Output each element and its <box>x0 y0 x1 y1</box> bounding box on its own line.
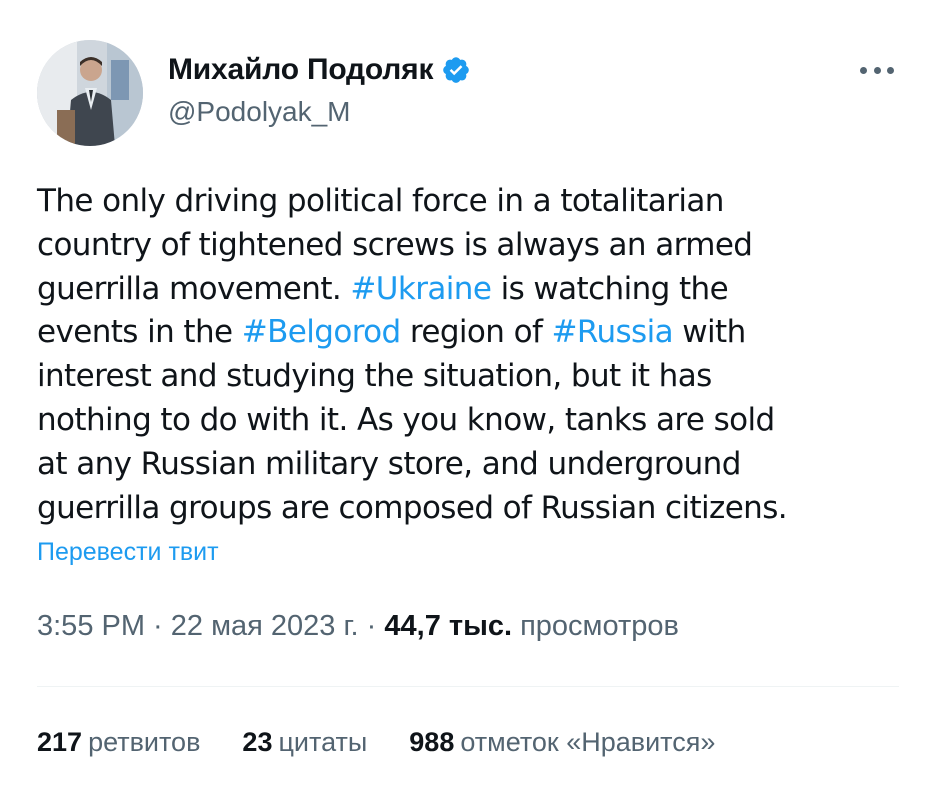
author-display-name[interactable]: Михайло Подоляк <box>168 53 433 87</box>
retweets-stat[interactable]: 217 ретвитов <box>37 727 200 758</box>
likes-stat[interactable]: 988 отметок «Нравится» <box>409 727 715 758</box>
quotes-label: цитаты <box>278 727 368 757</box>
tweet-text-segment: with <box>673 314 746 351</box>
tweet-text-segment: at any Russian military store, and under… <box>37 445 741 482</box>
tweet-text-line: guerrilla groups are composed of Russian… <box>37 487 907 531</box>
hashtag-link[interactable]: #Belgorod <box>242 314 401 350</box>
likes-count: 988 <box>409 727 455 757</box>
tweet-text-segment: region of <box>400 314 552 351</box>
views-label: просмотров <box>520 610 679 642</box>
tweet-text-line: nothing to do with it. As you know, tank… <box>37 399 907 443</box>
tweet-text-line: country of tightened screws is always an… <box>37 224 907 268</box>
retweets-label: ретвитов <box>88 727 201 757</box>
views-count: 44,7 тыс. <box>384 610 513 642</box>
tweet-text-segment: The only driving political force in a to… <box>37 183 724 219</box>
more-dot <box>887 66 894 74</box>
avatar-photo <box>37 40 143 146</box>
tweet-text-line: The only driving political force in a to… <box>37 180 907 224</box>
tweet-time[interactable]: 3:55 PM <box>37 610 145 642</box>
tweet-text-segment: guerrilla groups are composed of Russian… <box>37 489 788 526</box>
tweet-date[interactable]: 22 мая 2023 г. <box>171 610 359 642</box>
tweet-stats: 217 ретвитов 23 цитаты 988 отметок «Нравитс… <box>37 727 757 758</box>
retweets-count: 217 <box>37 727 83 757</box>
hashtag-link[interactable]: #Russia <box>552 314 674 350</box>
more-dot <box>873 66 881 74</box>
tweet-text-segment: guerrilla movement. <box>37 270 351 307</box>
avatar[interactable] <box>37 40 143 146</box>
tweet-text-line: interest and studying the situation, but… <box>37 355 907 399</box>
divider <box>37 686 899 687</box>
hashtag-link[interactable]: #Ukraine <box>350 271 492 307</box>
quotes-count: 23 <box>242 727 273 757</box>
likes-label: отметок «Нравится» <box>460 727 716 757</box>
verified-badge-icon <box>441 55 471 85</box>
tweet-text-line: at any Russian military store, and under… <box>37 443 907 487</box>
tweet-text-segment: is watching the <box>491 270 729 307</box>
meta-separator: · <box>145 610 171 642</box>
tweet-text-segment: country of tightened screws is always an… <box>37 226 753 263</box>
tweet-text-segment: events in the <box>37 314 242 351</box>
tweet-text-line: guerrilla movement. #Ukraine is watching… <box>37 268 907 312</box>
author-name-row: Михайло Подоляк <box>168 52 471 88</box>
tweet: Михайло Подоляк @Podolyak_M The only dri… <box>0 0 934 800</box>
tweet-text: The only driving political force in a to… <box>37 180 907 530</box>
quotes-stat[interactable]: 23 цитаты <box>242 727 367 758</box>
tweet-text-segment: interest and studying the situation, but… <box>37 358 712 395</box>
author-handle[interactable]: @Podolyak_M <box>168 96 351 128</box>
more-dot <box>860 66 867 74</box>
tweet-text-segment: nothing to do with it. As you know, tank… <box>37 401 775 438</box>
meta-separator: · <box>358 610 385 642</box>
more-options-icon[interactable] <box>860 60 894 80</box>
translate-tweet-link[interactable]: Перевести твит <box>37 538 219 567</box>
tweet-text-line: events in the #Belgorod region of #Russi… <box>37 311 907 355</box>
tweet-meta: 3:55 PM · 22 мая 2023 г. · 44,7 тыс. про… <box>37 610 679 643</box>
